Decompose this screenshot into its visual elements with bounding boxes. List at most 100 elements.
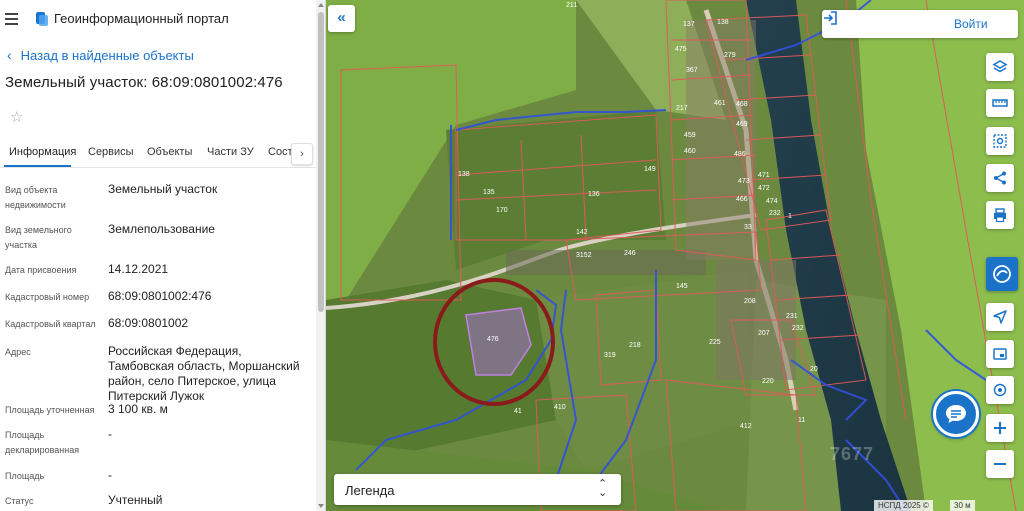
parcel-label: 475: [675, 46, 687, 53]
parcel-label: 207: [758, 330, 770, 337]
prop-label: Площадь декларированная: [5, 430, 80, 455]
parcel-label: 1: [788, 213, 792, 220]
prop-label: Статус: [5, 496, 34, 506]
parcel-label: 218: [629, 342, 641, 349]
parcel-label: 135: [483, 189, 495, 196]
nspd-mode-button[interactable]: [986, 257, 1018, 291]
parcel-label: 466: [736, 196, 748, 203]
parcel-label: 211: [566, 2, 577, 9]
chat-button[interactable]: [933, 391, 979, 437]
parcel-label: 468: [736, 101, 748, 108]
locate-button[interactable]: [986, 303, 1014, 331]
parcel-label: 459: [684, 132, 696, 139]
scale-bar: 30 м: [950, 500, 975, 511]
parcel-label: 220: [762, 378, 774, 385]
prop-value: -: [108, 427, 112, 441]
prop-value: 14.12.2021: [108, 262, 169, 276]
parcel-label: 476: [487, 336, 499, 343]
plus-icon: [994, 422, 1006, 434]
parcel-label: 217: [676, 105, 688, 112]
basemap-button[interactable]: [986, 340, 1014, 368]
collapse-panel-button[interactable]: «: [328, 5, 355, 32]
nspd-logo-icon: [993, 265, 1011, 283]
parcel-label: 410: [554, 404, 566, 411]
chat-bubble-icon: [946, 405, 966, 423]
parcel-label: 138: [458, 171, 470, 178]
parcel-label: 137: [683, 21, 695, 28]
login-button[interactable]: Войти: [822, 10, 1018, 38]
zoom-in-button[interactable]: [986, 414, 1014, 442]
prop-label: Вид земельного участка: [5, 225, 72, 250]
parcel-label: 232: [792, 325, 804, 332]
parcel-label: 225: [709, 339, 721, 346]
parcel-label: 170: [496, 207, 508, 214]
parcel-label: 367: [686, 67, 698, 74]
parcel-label: 472: [758, 185, 770, 192]
parcel-label: 486: [734, 151, 746, 158]
prop-value: Земельный участок: [108, 182, 218, 196]
cadastral-number-value: 68:09:0801002:476: [108, 289, 212, 303]
legend-dropdown[interactable]: Легенда ⌃ ⌄: [334, 474, 621, 505]
minus-icon: [994, 463, 1006, 465]
map-watermark: 7677: [830, 444, 875, 464]
measure-button[interactable]: [986, 89, 1014, 117]
parcel-label: 474: [766, 198, 778, 205]
print-button[interactable]: [986, 201, 1014, 229]
parcel-label: 208: [744, 298, 756, 305]
prop-label: Площадь уточненная: [5, 405, 95, 415]
parcel-label: 279: [724, 52, 736, 59]
info-panel: Геоинформационный портал ‹ Назад в найде…: [0, 0, 326, 511]
parcel-label: 149: [644, 166, 656, 173]
map-attribution: НСПД 2025 ©: [874, 500, 933, 511]
basemap-icon: [993, 348, 1007, 360]
status-value: Учтенный: [108, 493, 163, 507]
parcel-label: 3152: [576, 252, 592, 259]
prop-label: Вид объекта недвижимости: [5, 185, 66, 210]
parcel-label: 319: [604, 352, 616, 359]
navigation-arrow-icon: [993, 310, 1007, 324]
scrollbar-thumb[interactable]: [318, 12, 324, 312]
parcel-label: 461: [714, 100, 726, 107]
prop-value: -: [108, 468, 112, 482]
geolocation-button[interactable]: [986, 376, 1014, 404]
share-icon: [994, 171, 1006, 185]
prop-label: Кадастровый квартал: [5, 319, 96, 329]
layers-icon: [992, 60, 1008, 73]
select-area-icon: [993, 134, 1007, 148]
prop-label: Кадастровый номер: [5, 292, 90, 302]
satellite-map[interactable]: 211 137 138 475 279 367 461 468 217 459 …: [326, 0, 1024, 511]
prop-label: Площадь: [5, 471, 45, 481]
parcel-label: 471: [758, 172, 770, 179]
prop-value: Землепользование: [108, 222, 215, 236]
scroll-up-icon[interactable]: [318, 3, 324, 7]
panel-scrollbar[interactable]: [316, 0, 325, 511]
parcel-label: 41: [514, 408, 522, 415]
select-area-button[interactable]: [986, 127, 1014, 155]
prop-label: Адрес: [5, 347, 31, 357]
properties-list: Вид объекта недвижимости Земельный участ…: [0, 0, 316, 511]
parcel-label: 231: [786, 313, 798, 320]
map-view[interactable]: 211 137 138 475 279 367 461 468 217 459 …: [326, 0, 1024, 511]
parcel-label: 232: [769, 210, 781, 217]
parcel-label: 460: [684, 148, 696, 155]
pin-target-icon: [993, 383, 1007, 397]
share-button[interactable]: [986, 164, 1014, 192]
area-value: 3 100 кв. м: [108, 402, 168, 416]
parcel-label: 412: [740, 423, 752, 430]
zoom-out-button[interactable]: [986, 450, 1014, 478]
prop-value: 68:09:0801002: [108, 316, 189, 330]
scroll-down-icon[interactable]: [318, 504, 324, 508]
parcel-label: 469: [736, 121, 748, 128]
chevron-up-down-icon: ⌃ ⌄: [598, 478, 608, 499]
parcel-label: 138: [717, 19, 729, 26]
parcel-label: 20: [810, 366, 818, 373]
parcel-label: 33: [744, 224, 752, 231]
parcel-label: 473: [738, 178, 750, 185]
prop-label: Дата присвоения: [5, 265, 77, 275]
print-icon: [994, 208, 1006, 223]
address-value: Российская Федерация, Тамбовская область…: [108, 344, 300, 403]
parcel-label: 246: [624, 250, 636, 257]
layers-button[interactable]: [986, 53, 1014, 81]
parcel-label: 136: [588, 191, 600, 198]
legend-label: Легенда: [345, 483, 395, 498]
